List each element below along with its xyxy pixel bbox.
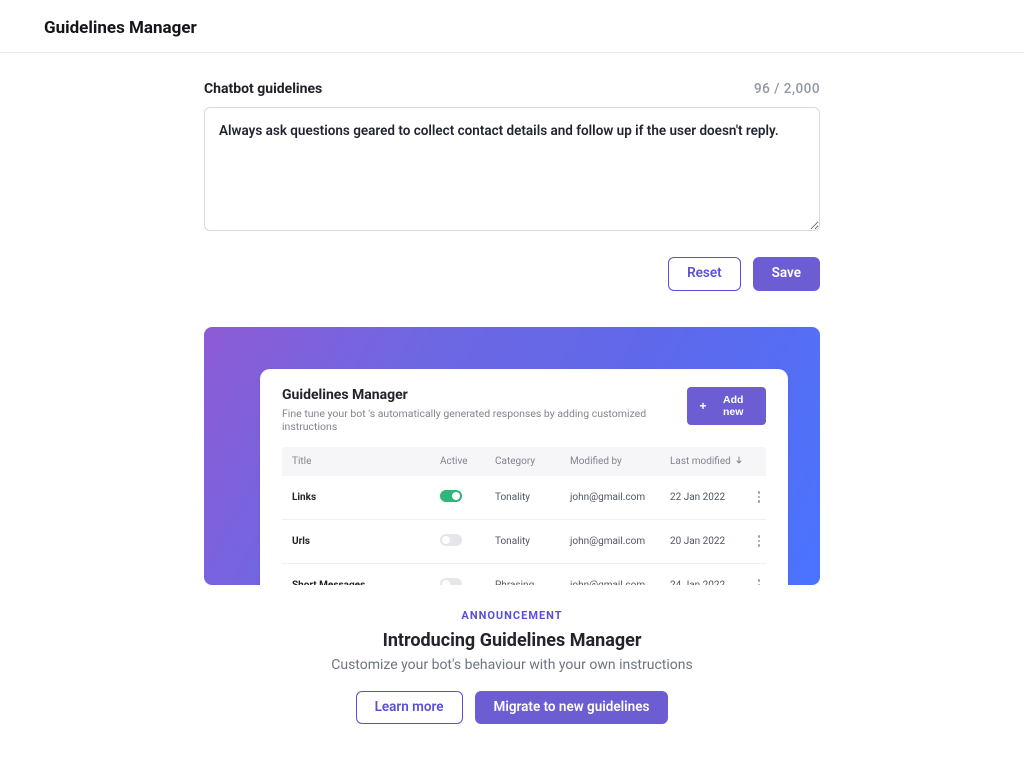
promo-preview-header: Guidelines Manager Fine tune your bot 's… [260, 369, 788, 447]
table-row: Short Messages Phrasing john@gmail.com 2… [282, 564, 766, 585]
announcement-eyebrow: ANNOUNCEMENT [204, 609, 820, 622]
promo-preview-titleblock: Guidelines Manager Fine tune your bot 's… [282, 387, 687, 433]
promo-preview: Guidelines Manager Fine tune your bot 's… [260, 369, 788, 585]
row-category: Tonality [495, 492, 570, 503]
add-new-label: Add new [712, 394, 754, 418]
migrate-button[interactable]: Migrate to new guidelines [475, 691, 669, 725]
char-count: 96 / 2,000 [754, 81, 820, 97]
learn-more-button[interactable]: Learn more [356, 691, 463, 725]
toggle-on-icon[interactable] [440, 490, 462, 502]
col-active: Active [440, 456, 495, 467]
plus-icon: + [699, 400, 706, 412]
page-header: Guidelines Manager [0, 0, 1024, 53]
col-last-modified[interactable]: Last modified [670, 456, 750, 467]
row-modified-by: john@gmail.com [570, 492, 670, 503]
guidelines-label: Chatbot guidelines [204, 81, 322, 97]
toggle-off-icon[interactable] [440, 534, 462, 546]
promo-table-head: Title Active Category Modified by Last m… [282, 447, 766, 476]
kebab-icon[interactable] [750, 579, 768, 584]
table-row: Links Tonality john@gmail.com 22 Jan 202… [282, 476, 766, 520]
toggle-off-icon[interactable] [440, 578, 462, 585]
row-active [440, 578, 495, 585]
row-active [440, 490, 495, 505]
row-active [440, 534, 495, 549]
row-title: Urls [292, 536, 440, 547]
save-button[interactable]: Save [753, 257, 820, 291]
guidelines-textarea[interactable]: Always ask questions geared to collect c… [204, 107, 820, 231]
promo-preview-title: Guidelines Manager [282, 387, 687, 403]
row-title: Short Messages [292, 580, 440, 585]
col-last-modified-label: Last modified [670, 456, 731, 467]
row-title: Links [292, 492, 440, 503]
announcement-section: ANNOUNCEMENT Introducing Guidelines Mana… [204, 609, 820, 764]
add-new-button[interactable]: + Add new [687, 387, 766, 425]
row-last-modified: 24 Jan 2022 [670, 580, 750, 585]
table-row: Urls Tonality john@gmail.com 20 Jan 2022 [282, 520, 766, 564]
sort-down-icon [735, 456, 743, 467]
row-modified-by: john@gmail.com [570, 536, 670, 547]
row-last-modified: 22 Jan 2022 [670, 492, 750, 503]
kebab-icon[interactable] [750, 535, 768, 547]
row-category: Phrasing [495, 580, 570, 585]
announcement-actions: Learn more Migrate to new guidelines [204, 691, 820, 725]
col-category: Category [495, 456, 570, 467]
announcement-title: Introducing Guidelines Manager [204, 630, 820, 651]
reset-button[interactable]: Reset [668, 257, 741, 291]
kebab-icon[interactable] [750, 491, 768, 503]
promo-table: Title Active Category Modified by Last m… [282, 447, 766, 585]
action-row: Reset Save [204, 257, 820, 291]
row-last-modified: 20 Jan 2022 [670, 536, 750, 547]
row-modified-by: john@gmail.com [570, 580, 670, 585]
page-title: Guidelines Manager [44, 18, 980, 38]
col-modified-by: Modified by [570, 456, 670, 467]
promo-preview-subtitle: Fine tune your bot 's automatically gene… [282, 407, 687, 433]
announcement-subtitle: Customize your bot's behaviour with your… [204, 657, 820, 673]
promo-card: Guidelines Manager Fine tune your bot 's… [204, 327, 820, 585]
col-title: Title [292, 456, 440, 467]
guidelines-section-header: Chatbot guidelines 96 / 2,000 [204, 81, 820, 97]
row-category: Tonality [495, 536, 570, 547]
main-content: Chatbot guidelines 96 / 2,000 Always ask… [204, 53, 820, 764]
